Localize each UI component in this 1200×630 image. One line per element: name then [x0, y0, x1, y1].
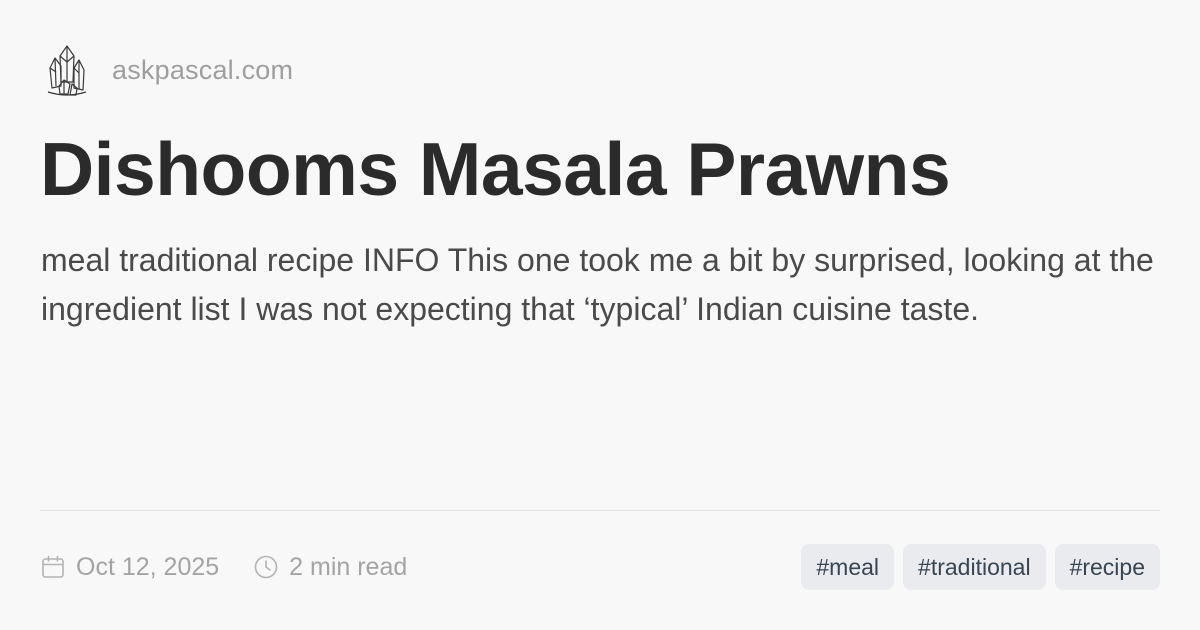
calendar-icon	[42, 555, 64, 578]
footer-divider	[40, 510, 1160, 511]
read-time-text: 2 min read	[289, 552, 408, 581]
crystal-cluster-icon	[47, 45, 87, 96]
tag-list: #meal #traditional #recipe	[801, 544, 1160, 590]
site-header: askpascal.com	[46, 42, 293, 98]
clock-icon	[254, 555, 278, 579]
tag-recipe[interactable]: #recipe	[1054, 544, 1160, 590]
tag-meal[interactable]: #meal	[801, 544, 895, 590]
article-meta: Oct 12, 2025 2 min read	[40, 553, 407, 582]
site-domain[interactable]: askpascal.com	[112, 55, 293, 86]
article-description: meal traditional recipe INFO This one to…	[41, 242, 1154, 327]
publish-date: Oct 12, 2025	[40, 553, 219, 582]
article-footer: Oct 12, 2025 2 min read #meal #tradition…	[40, 544, 1160, 590]
publish-date-text: Oct 12, 2025	[76, 552, 220, 581]
read-time: 2 min read	[253, 553, 407, 582]
tag-traditional[interactable]: #traditional	[903, 544, 1046, 590]
page-title: Dishooms Masala Prawns	[40, 127, 951, 211]
